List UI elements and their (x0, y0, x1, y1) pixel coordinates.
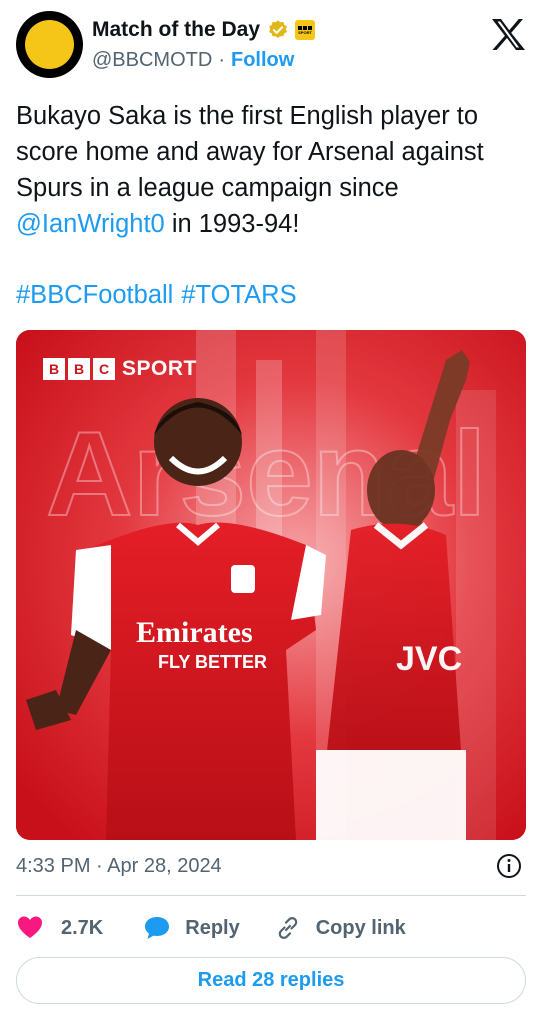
image-artwork: Arsenal JVC Emirates FLY BETTER (16, 330, 526, 840)
tweet-image[interactable]: Arsenal JVC Emirates FLY BETTER B B C SP… (16, 330, 526, 840)
hashtags: #BBCFootball #TOTARS (16, 277, 297, 313)
copy-link-button[interactable]: Copy link (274, 914, 406, 942)
name-row: Match of the Day SPORT (92, 16, 316, 44)
info-icon[interactable] (496, 853, 522, 879)
hashtag-link[interactable]: #BBCFootball (16, 281, 173, 309)
x-logo-icon[interactable] (490, 18, 526, 51)
sponsor-right: JVC (396, 640, 462, 678)
mention-link[interactable]: @IanWright0 (16, 210, 165, 238)
meta-row: 4:33 PM · Apr 28, 2024 (16, 851, 526, 881)
copy-link-label: Copy link (315, 916, 406, 939)
handle-separator: · (218, 48, 225, 71)
sponsor-line1: Emirates (136, 616, 253, 649)
avatar[interactable] (16, 11, 83, 78)
tweet-text-part1: Bukayo Saka is the first English player … (16, 102, 484, 202)
verified-badge-icon (269, 20, 287, 38)
bbc-sport-logo: B B C SPORT (43, 357, 197, 381)
sponsor-line2: FLY BETTER (158, 652, 267, 672)
bbc-sport-word: SPORT (122, 357, 197, 380)
bbc-sport-badge-icon[interactable]: SPORT (295, 20, 316, 40)
like-button[interactable]: 2.7K (16, 914, 103, 942)
divider (16, 895, 526, 896)
action-bar: 2.7K Reply Copy link (16, 910, 406, 946)
bbc-letter: B (43, 358, 65, 380)
timestamp[interactable]: 4:33 PM · Apr 28, 2024 (16, 855, 222, 878)
heart-icon (18, 916, 42, 938)
link-icon (278, 917, 297, 939)
bbc-letter: C (93, 358, 115, 380)
motd-logo-icon (25, 20, 74, 69)
display-name[interactable]: Match of the Day (92, 18, 260, 42)
arsenal-crest-icon (231, 565, 255, 593)
like-count: 2.7K (61, 916, 104, 939)
read-replies-button[interactable]: Read 28 replies (16, 957, 526, 1004)
speech-bubble-icon (145, 917, 170, 939)
reply-button[interactable]: Reply (143, 914, 240, 942)
follow-button[interactable]: Follow (231, 49, 294, 72)
hashtag-link[interactable]: #TOTARS (181, 281, 296, 309)
handle[interactable]: @BBCMOTD (92, 49, 212, 72)
bbc-letter: B (68, 358, 90, 380)
tweet-text: Bukayo Saka is the first English player … (16, 98, 531, 242)
tweet-header: Match of the Day SPORT @BBCMOTD · Follow (0, 0, 545, 90)
handle-row: @BBCMOTD · Follow (92, 47, 294, 73)
reply-label: Reply (185, 916, 240, 939)
tweet-text-part2: in 1993-94! (164, 210, 300, 238)
